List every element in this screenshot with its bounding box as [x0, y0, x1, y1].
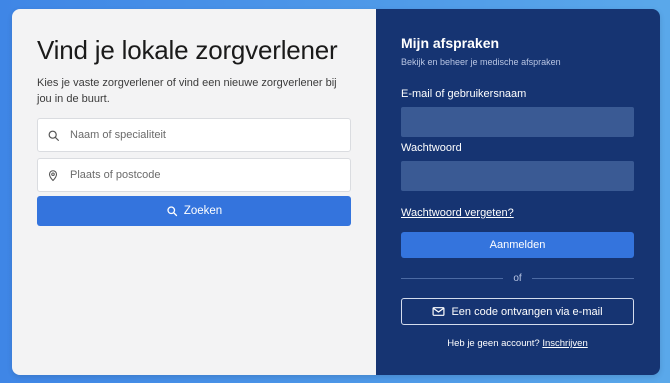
- login-panel: Mijn afspraken Bekijk en beheer je medis…: [376, 9, 660, 375]
- login-button[interactable]: Aanmelden: [401, 232, 634, 258]
- map-pin-icon: [46, 168, 60, 182]
- divider-text: of: [513, 272, 522, 284]
- forgot-password-link[interactable]: Wachtwoord vergeten?: [401, 207, 514, 219]
- search-icon: [166, 205, 178, 217]
- email-label: E-mail of gebruikersnaam: [401, 88, 527, 100]
- mail-icon: [432, 306, 445, 317]
- login-subtitle: Bekijk en beheer je medische afspraken: [401, 57, 561, 67]
- name-specialty-input[interactable]: [70, 129, 330, 141]
- signup-link[interactable]: Inschrijven: [542, 338, 587, 349]
- location-search-field[interactable]: [37, 158, 351, 192]
- page-title: Vind je lokale zorgverlener: [37, 35, 338, 65]
- password-field[interactable]: [401, 161, 634, 191]
- location-input[interactable]: [70, 169, 330, 181]
- or-divider: of: [401, 271, 634, 285]
- password-label: Wachtwoord: [401, 142, 462, 154]
- provider-search-panel: Vind je lokale zorgverlener Kies je vast…: [12, 9, 376, 375]
- login-title: Mijn afspraken: [401, 35, 500, 51]
- divider-line: [531, 277, 634, 279]
- signup-row: Heb je geen account? Inschrijven: [401, 338, 634, 349]
- email-field[interactable]: [401, 107, 634, 137]
- search-button-label: Zoeken: [183, 205, 223, 217]
- search-icon: [46, 128, 60, 142]
- main-card: Vind je lokale zorgverlener Kies je vast…: [12, 9, 660, 375]
- divider-line: [401, 277, 504, 279]
- email-code-button[interactable]: Een code ontvangen via e-mail: [401, 298, 634, 325]
- email-code-button-label: Een code ontvangen via e-mail: [451, 305, 603, 318]
- search-button[interactable]: Zoeken: [37, 196, 351, 226]
- page-subtitle: Kies je vaste zorgverlener of vind een n…: [37, 77, 337, 105]
- no-account-text: Heb je geen account?: [447, 338, 540, 349]
- name-search-field[interactable]: [37, 118, 351, 152]
